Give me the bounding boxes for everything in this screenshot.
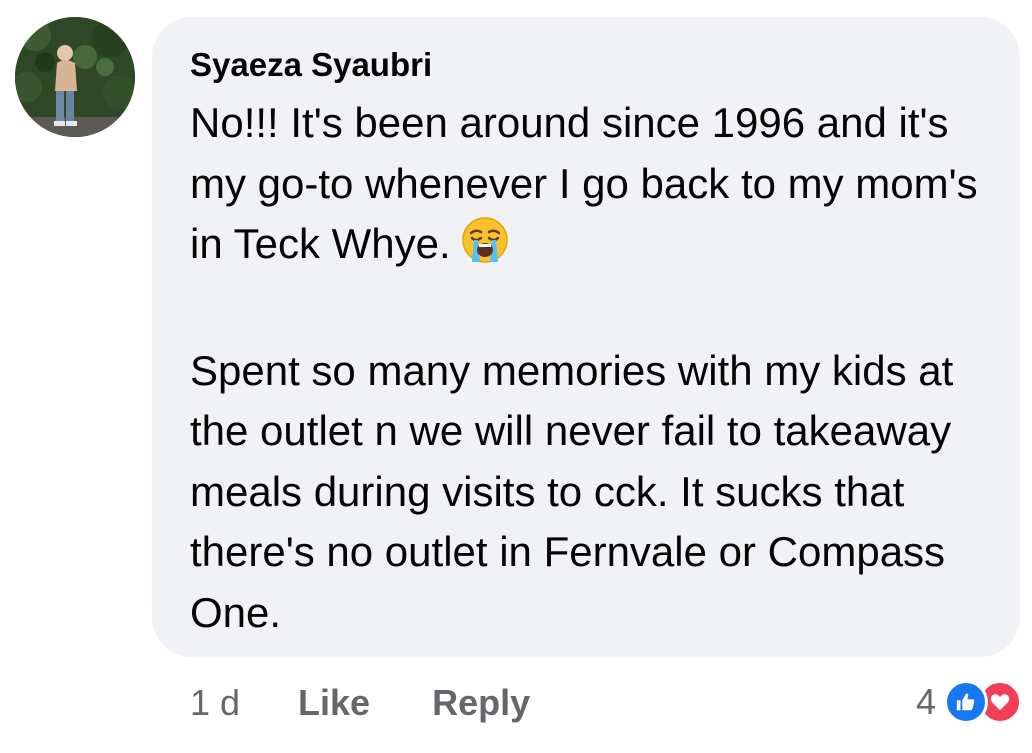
comment-timestamp[interactable]: 1 d — [190, 682, 240, 724]
comment-body: No!!! It's been around since 1996 and it… — [190, 93, 990, 643]
like-reaction-icon — [944, 680, 988, 724]
like-button[interactable]: Like — [298, 682, 370, 724]
comment-actions: 1 d Like Reply — [190, 680, 530, 726]
reply-button[interactable]: Reply — [432, 682, 530, 724]
comment-paragraph-2: Spent so many memories with my kids at t… — [190, 346, 954, 636]
loudly-crying-face-icon — [461, 216, 509, 281]
reaction-count: 4 — [915, 681, 936, 722]
comment-author-name[interactable]: Syaeza Syaubri — [190, 45, 990, 85]
comment-paragraph-1-text: No!!! It's been around since 1996 and it… — [190, 99, 978, 267]
avatar-photo-icon — [15, 17, 135, 137]
comment-paragraph-1: No!!! It's been around since 1996 and it… — [190, 93, 990, 281]
reaction-summary[interactable]: 4 — [916, 678, 1022, 726]
comment-container: Syaeza Syaubri No!!! It's been around si… — [0, 0, 1032, 753]
avatar[interactable] — [15, 17, 135, 137]
comment-bubble: Syaeza Syaubri No!!! It's been around si… — [152, 17, 1020, 657]
